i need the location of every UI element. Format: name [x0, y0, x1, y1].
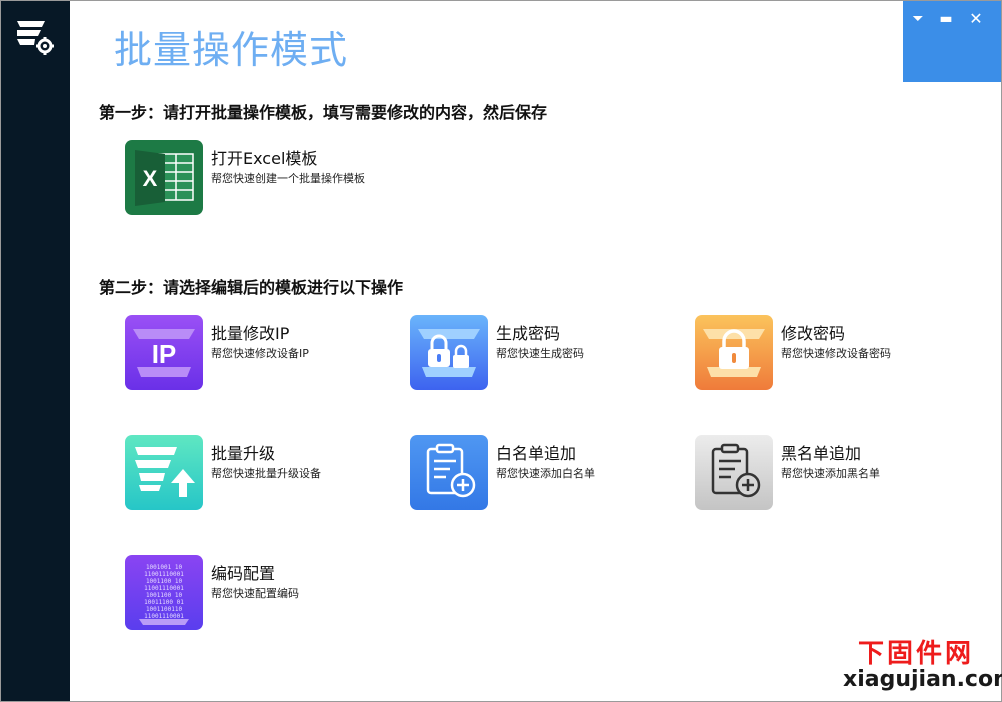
tile-description: 帮您快速修改设备IP — [211, 347, 309, 360]
clipboard-add-icon — [410, 435, 488, 510]
upgrade-icon — [125, 435, 203, 510]
tile-description: 帮您快速添加白名单 — [496, 467, 595, 480]
app-logo-icon — [15, 17, 55, 57]
svg-text:IP: IP — [152, 339, 177, 369]
tile-title: 白名单追加 — [496, 444, 577, 463]
generate-password-button[interactable]: 生成密码 帮您快速生成密码 — [410, 315, 680, 393]
svg-text:1001100 10: 1001100 10 — [146, 592, 183, 599]
page-title: 批量操作模式 — [114, 28, 349, 72]
lock-icon — [695, 315, 773, 390]
tile-title: 打开Excel模板 — [211, 149, 318, 168]
svg-text:10011100 01: 10011100 01 — [144, 599, 184, 606]
encoding-config-button[interactable]: 1001001 10 11001110001 1001100 10 110011… — [125, 555, 395, 633]
tile-title: 黑名单追加 — [781, 444, 862, 463]
svg-text:11001110001: 11001110001 — [144, 613, 184, 620]
binary-code-icon: 1001001 10 11001110001 1001100 10 110011… — [125, 555, 203, 630]
ip-icon: IP — [125, 315, 203, 390]
close-button[interactable]: ✕ — [965, 9, 987, 29]
svg-text:1001100 10: 1001100 10 — [146, 578, 183, 585]
tile-title: 修改密码 — [781, 324, 846, 343]
tile-description: 帮您快速修改设备密码 — [781, 347, 891, 360]
watermark: 下固件网 xiagujian.com — [843, 633, 1002, 693]
minimize-button[interactable]: ▬ — [935, 9, 957, 29]
blacklist-add-button[interactable]: 黑名单追加 帮您快速添加黑名单 — [695, 435, 965, 513]
tile-description: 帮您快速添加黑名单 — [781, 467, 880, 480]
excel-icon: X — [125, 140, 203, 215]
menu-dropdown-icon[interactable]: ⏷ — [907, 9, 929, 29]
tile-description: 帮您快速生成密码 — [496, 347, 584, 360]
clipboard-add-icon — [695, 435, 773, 510]
watermark-en: xiagujian.com — [843, 667, 1002, 692]
svg-text:11001110001: 11001110001 — [144, 585, 184, 592]
tile-title: 编码配置 — [211, 564, 276, 583]
step-one-heading: 第一步：请打开批量操作模板，填写需要修改的内容，然后保存 — [99, 103, 548, 122]
tile-description: 帮您快速批量升级设备 — [211, 467, 321, 480]
svg-text:11001110001: 11001110001 — [144, 571, 184, 578]
whitelist-add-button[interactable]: 白名单追加 帮您快速添加白名单 — [410, 435, 680, 513]
tile-description: 帮您快速配置编码 — [211, 587, 299, 600]
tile-title: 生成密码 — [496, 324, 561, 343]
app-window: 批量操作模式 ⏷ ▬ ✕ 第一步：请打开批量操作模板，填写需要修改的内容，然后保… — [0, 0, 1002, 702]
lock-icon — [410, 315, 488, 390]
modify-password-button[interactable]: 修改密码 帮您快速修改设备密码 — [695, 315, 965, 393]
sidebar — [1, 1, 70, 701]
svg-text:X: X — [143, 166, 158, 191]
tile-title: 批量修改IP — [211, 324, 290, 343]
svg-text:1001100110: 1001100110 — [146, 606, 183, 613]
step-two-heading: 第二步：请选择编辑后的模板进行以下操作 — [99, 278, 404, 297]
tile-title: 批量升级 — [211, 444, 276, 463]
svg-text:1001001 10: 1001001 10 — [146, 564, 183, 571]
batch-modify-ip-button[interactable]: IP 批量修改IP 帮您快速修改设备IP — [125, 315, 395, 393]
watermark-cn: 下固件网 — [858, 639, 975, 669]
batch-upgrade-button[interactable]: 批量升级 帮您快速批量升级设备 — [125, 435, 395, 513]
window-controls: ⏷ ▬ ✕ — [903, 1, 1001, 82]
tile-description: 帮您快速创建一个批量操作模板 — [211, 172, 365, 185]
open-excel-template-button[interactable]: X 打开Excel模板 帮您快速创建一个批量操作模板 — [125, 140, 395, 218]
